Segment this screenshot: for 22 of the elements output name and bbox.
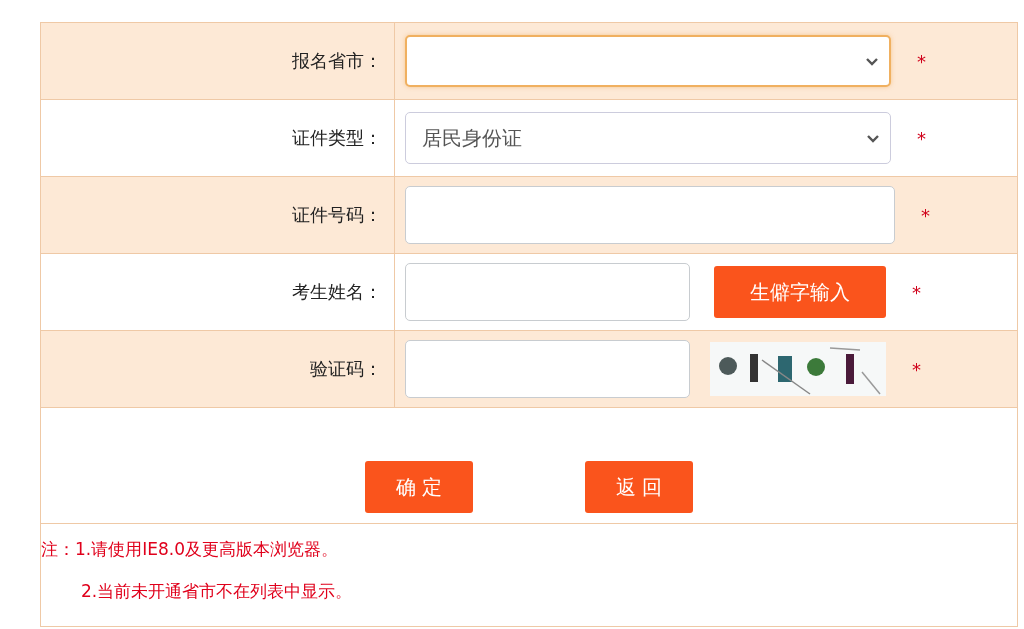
back-button[interactable]: 返 回 bbox=[585, 461, 693, 513]
note-text: 注：1.请使用IE8.0及更高版本浏览器。 bbox=[41, 539, 338, 559]
field-label: 验证码： bbox=[310, 357, 382, 381]
rare-character-button[interactable]: 生僻字输入 bbox=[714, 266, 886, 318]
required-mark: * bbox=[912, 281, 921, 303]
input-field[interactable] bbox=[405, 340, 690, 398]
select-field[interactable]: 居民身份证 bbox=[405, 112, 891, 164]
note-text: 2.当前未开通省市不在列表中显示。 bbox=[81, 581, 353, 601]
required-mark: * bbox=[917, 50, 926, 72]
field-label: 考生姓名： bbox=[292, 280, 382, 304]
caret-icon bbox=[866, 133, 880, 143]
confirm-button[interactable]: 确 定 bbox=[365, 461, 473, 513]
field-label: 证件类型： bbox=[292, 126, 382, 150]
input-field[interactable] bbox=[405, 263, 690, 321]
caret-icon bbox=[865, 56, 879, 66]
select-field[interactable] bbox=[405, 35, 891, 87]
field-label: 证件号码： bbox=[292, 203, 382, 227]
required-mark: * bbox=[917, 127, 926, 149]
field-label: 报名省市： bbox=[292, 49, 382, 73]
required-mark: * bbox=[912, 358, 921, 380]
required-mark: * bbox=[921, 204, 930, 226]
input-field[interactable] bbox=[405, 186, 895, 244]
